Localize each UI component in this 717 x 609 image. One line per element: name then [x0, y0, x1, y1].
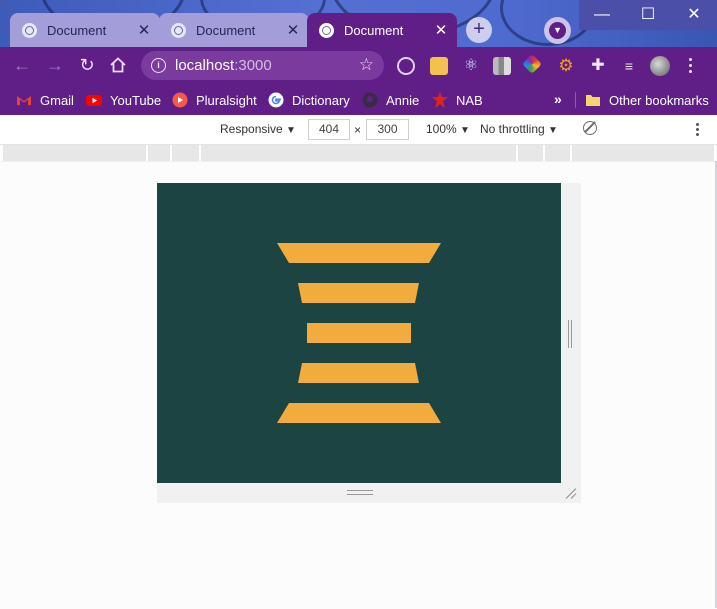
stripe-1: [277, 243, 441, 263]
resize-handle-right[interactable]: [568, 320, 572, 348]
tab-label: Document: [196, 22, 256, 38]
globe-icon: [171, 22, 186, 38]
bookmark-annie[interactable]: Annie: [362, 90, 419, 110]
device-select[interactable]: Responsive ▼: [220, 122, 296, 136]
globe-icon: [22, 22, 37, 38]
gear-extension-icon[interactable]: ⚙: [557, 57, 575, 75]
bookmark-nab[interactable]: NAB: [432, 90, 483, 110]
folder-icon: [586, 95, 600, 106]
chevron-down-icon: ▼: [549, 22, 566, 39]
viewport-width-input[interactable]: 404: [308, 119, 350, 140]
browser-toolbar: ← → ↻ i localhost:3000 ☆ ⚛ ⚙ ✚ ≡: [0, 47, 717, 84]
globe-icon: [319, 22, 334, 38]
pluralsight-icon: [172, 92, 188, 108]
notes-icon[interactable]: [430, 57, 448, 75]
bookmarks-bar: Gmail YouTube Pluralsight Dictionary Ann…: [0, 84, 717, 115]
minimize-button[interactable]: —: [579, 0, 625, 30]
playlist-icon[interactable]: ≡: [620, 57, 638, 75]
device-toolbar: Responsive ▼ 404 × 300 100% ▼ No throttl…: [0, 115, 717, 145]
dimension-separator: ×: [354, 123, 362, 137]
stripe-5: [277, 403, 441, 423]
github-icon: [362, 92, 378, 108]
close-icon[interactable]: ✕: [433, 23, 449, 38]
youtube-icon: [86, 95, 102, 106]
bookmark-gmail[interactable]: Gmail: [16, 90, 74, 110]
close-icon[interactable]: ✕: [285, 23, 301, 38]
throttling-select[interactable]: No throttling ▼: [480, 122, 558, 136]
color-picker-icon[interactable]: [522, 54, 542, 74]
close-icon[interactable]: ✕: [136, 23, 152, 38]
bookmark-youtube[interactable]: YouTube: [86, 90, 161, 110]
tab-strip: Document ✕ Document ✕ Document ✕ + ▼ — ☐…: [0, 0, 717, 47]
media-query-bar[interactable]: [3, 145, 714, 161]
puzzle-extensions-icon[interactable]: ✚: [589, 57, 607, 75]
bookmark-star-icon[interactable]: ☆: [359, 55, 374, 75]
more-bookmarks-button[interactable]: »: [554, 91, 562, 107]
rotate-icon[interactable]: [583, 121, 597, 135]
back-button[interactable]: ←: [10, 53, 34, 77]
new-tab-button[interactable]: +: [466, 17, 492, 43]
bookmark-pluralsight[interactable]: Pluralsight: [172, 90, 257, 110]
stripe-2: [298, 283, 419, 303]
hourglass-graphic: [277, 243, 441, 423]
home-button[interactable]: [106, 53, 130, 77]
target-icon[interactable]: [397, 57, 415, 75]
url-text: localhost:3000: [175, 57, 272, 74]
tab-document-1[interactable]: Document ✕: [10, 13, 160, 47]
tab-search-button[interactable]: ▼: [544, 17, 571, 44]
close-window-button[interactable]: ✕: [671, 0, 717, 30]
forward-button[interactable]: →: [43, 53, 67, 77]
viewport-height-input[interactable]: 300: [366, 119, 409, 140]
page-viewport: [157, 183, 561, 483]
tab-document-active[interactable]: Document ✕: [307, 13, 457, 47]
tab-label: Document: [344, 22, 404, 38]
tab-label: Document: [47, 22, 107, 38]
maximize-button[interactable]: ☐: [625, 0, 671, 30]
gmail-icon: [17, 96, 31, 105]
chart-extension-icon[interactable]: [493, 57, 511, 75]
bookmarks-divider: [575, 92, 576, 108]
nab-icon: [432, 92, 448, 108]
site-info-icon[interactable]: i: [151, 58, 166, 73]
profile-avatar-icon[interactable]: [650, 56, 670, 76]
reload-button[interactable]: ↻: [75, 53, 99, 77]
chrome-menu-icon[interactable]: [689, 58, 693, 76]
tab-document-2[interactable]: Document ✕: [159, 13, 309, 47]
device-toolbar-menu-icon[interactable]: [696, 123, 700, 138]
resize-handle-bottom[interactable]: [347, 490, 373, 496]
other-bookmarks-folder[interactable]: Other bookmarks: [585, 90, 709, 110]
home-icon: [110, 57, 126, 73]
zoom-select[interactable]: 100% ▼: [426, 122, 470, 136]
react-devtools-icon[interactable]: ⚛: [462, 57, 480, 75]
bookmark-dictionary[interactable]: Dictionary: [268, 90, 350, 110]
resize-corner-grip[interactable]: [565, 487, 577, 499]
stripe-3: [307, 323, 411, 343]
google-icon: [268, 92, 284, 108]
address-bar[interactable]: i localhost:3000 ☆: [141, 51, 384, 80]
stripe-4: [298, 363, 419, 383]
